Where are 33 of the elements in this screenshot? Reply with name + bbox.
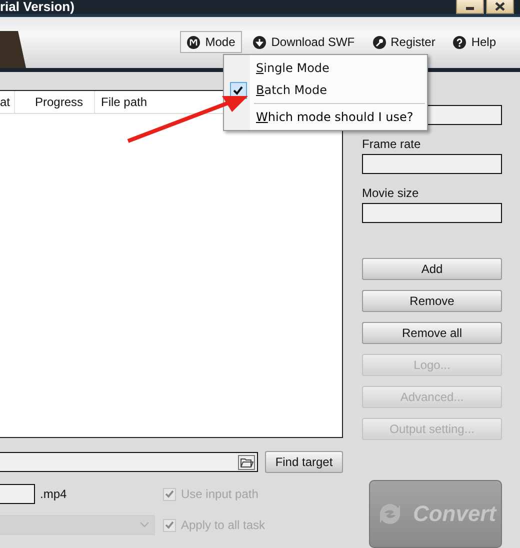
field-label: Frame rate — [362, 137, 422, 151]
download-icon — [253, 36, 266, 48]
checkbox-label: Use input path — [181, 487, 258, 501]
field-label: Movie size — [362, 186, 420, 200]
toolbar-button[interactable]: Register — [366, 31, 442, 53]
action-button[interactable]: Remove — [362, 290, 502, 312]
logo-shape — [0, 31, 26, 68]
menu-item[interactable]: Which mode should I use? — [224, 106, 427, 128]
close-button[interactable] — [486, 0, 514, 14]
window-title: rial Version) — [0, 0, 74, 14]
column-header[interactable]: Progress — [15, 91, 95, 113]
column-header[interactable]: File path — [95, 91, 148, 113]
text-field[interactable] — [362, 154, 502, 174]
text-field[interactable] — [362, 203, 502, 223]
extension-label: .mp4 — [40, 487, 68, 501]
minimize-button[interactable] — [456, 0, 484, 14]
chevron-down-icon — [140, 522, 149, 528]
action-button[interactable]: Remove all — [362, 322, 502, 344]
close-icon — [495, 2, 505, 11]
output-path-field[interactable] — [0, 452, 258, 472]
mode-icon — [187, 36, 200, 48]
toolbar-button[interactable]: Help — [446, 31, 503, 53]
help-icon — [453, 36, 466, 48]
find-target-button[interactable]: Find target — [265, 451, 343, 473]
toolbar-button[interactable]: Mode — [180, 31, 242, 53]
menu-item[interactable]: Single Mode — [224, 57, 427, 79]
action-button[interactable]: Add — [362, 258, 502, 280]
column-header[interactable]: at — [0, 91, 15, 113]
filename-field[interactable] — [0, 484, 35, 504]
toolbar-button[interactable]: Download SWF — [246, 31, 362, 53]
folder-icon[interactable] — [238, 454, 255, 470]
checkbox-label: Apply to all task — [181, 518, 266, 532]
key-icon — [372, 36, 386, 48]
